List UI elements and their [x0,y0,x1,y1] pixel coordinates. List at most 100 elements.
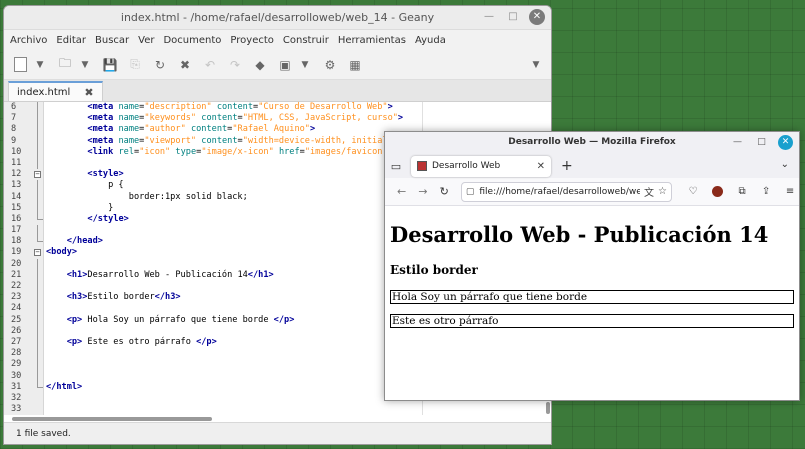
menu-documento[interactable]: Documento [163,35,221,46]
fold-marker [37,281,38,293]
code-line[interactable]: 33 [4,404,551,415]
list-all-tabs-icon[interactable]: ⌄ [781,159,789,170]
account-icon[interactable] [712,186,724,197]
document-tab[interactable]: index.html ✖ [8,81,103,101]
fold-marker [37,225,38,237]
code-token: "Rafael Aquino" [232,124,310,135]
fold-marker [37,180,38,192]
code-token: <p> [66,336,83,347]
redo-icon[interactable]: ↷ [225,55,245,75]
line-number: 24 [11,303,22,314]
code-token: p { [46,180,124,191]
line-text: <p> Este es otro párrafo </p> [46,337,217,348]
back-icon[interactable]: ← [391,185,412,198]
app-menu-icon[interactable]: ≡ [781,186,799,197]
code-token: </h3> [154,292,181,303]
status-bar: 1 file saved. [4,422,551,444]
geany-titlebar[interactable]: index.html - /home/rafael/desarrolloweb/… [4,6,551,30]
firefox-close-button[interactable]: ✕ [778,135,793,150]
menu-ver[interactable]: Ver [138,35,154,46]
url-bar[interactable]: ▢ file:///home/rafael/desarrolloweb/web … [460,181,673,202]
code-token: name [118,113,140,124]
fold-toggle-icon[interactable]: − [34,249,41,257]
new-tab-button[interactable]: + [561,158,573,174]
maximize-button[interactable]: □ [505,9,521,25]
line-text: <meta name="keywords" content="HTML, CSS… [46,113,403,124]
document-tab-label: index.html [17,86,71,98]
code-token: <link [87,146,114,157]
forward-icon[interactable]: → [412,185,433,198]
line-number: 16 [11,213,22,224]
line-number: 22 [11,281,22,291]
code-token: <h3> [66,292,88,303]
build-icon[interactable]: ▣ [275,55,295,75]
line-number: 29 [11,359,22,370]
bordered-paragraph: Este es otro párrafo [390,314,794,328]
menu-ayuda[interactable]: Ayuda [415,35,446,46]
execute-icon[interactable]: ⚙ [320,55,340,75]
new-file-icon[interactable] [10,55,30,75]
fold-toggle-icon[interactable]: − [34,171,41,179]
close-tab-icon[interactable]: ✖ [84,86,93,99]
fold-marker [37,202,38,214]
close-button[interactable]: ✕ [529,9,545,25]
reload-icon[interactable]: ↻ [150,55,170,75]
code-line[interactable]: 6 <meta name="description" content="Curs… [4,102,551,114]
fold-marker [37,157,38,170]
extensions-icon[interactable]: ⧉ [733,186,751,197]
line-number: 10 [11,146,22,157]
firefox-titlebar[interactable]: Desarrollo Web — Mozilla Firefox — □ ✕ [385,132,799,154]
editor-horizontal-scrollbar[interactable] [4,415,551,422]
line-number: 19 [11,247,22,258]
undo-icon[interactable]: ↶ [200,55,220,75]
fold-marker [37,336,38,349]
geany-window-title: index.html - /home/rafael/desarrolloweb/… [120,11,435,24]
reload-icon[interactable]: ↻ [434,185,455,198]
firefox-maximize-button[interactable]: □ [754,135,769,150]
minimize-button[interactable]: — [481,9,497,25]
translate-icon[interactable]: 文 [644,184,654,199]
new-file-dropdown-icon[interactable]: ▼ [35,55,45,75]
menu-archivo[interactable]: Archivo [10,35,47,46]
code-token: Este es otro párrafo [82,336,197,347]
compile-icon[interactable]: ◆ [250,55,270,75]
menu-proyecto[interactable]: Proyecto [230,35,273,46]
line-text: </html> [46,382,82,393]
code-token: <meta [87,113,114,124]
line-number: 14 [11,191,22,202]
code-token: "icon" [139,146,171,157]
line-number: 23 [11,292,22,303]
open-recent-dropdown-icon[interactable]: ▼ [80,55,90,75]
close-file-icon[interactable]: ✖ [175,55,195,75]
save-all-icon[interactable]: ⎘ [125,55,145,75]
firefox-view-icon[interactable]: ▭ [385,160,407,173]
code-line[interactable]: 7 <meta name="keywords" content="HTML, C… [4,113,551,125]
close-tab-icon[interactable]: ✕ [537,161,545,172]
url-text: file:///home/rafael/desarrolloweb/web [479,186,641,197]
pocket-icon[interactable]: ♡ [684,186,702,197]
fold-marker [37,124,38,136]
toolbar-overflow-icon[interactable]: ▼ [531,55,541,75]
menu-herramientas[interactable]: Herramientas [338,35,406,46]
build-dropdown-icon[interactable]: ▼ [300,55,310,75]
line-number: 30 [11,370,22,381]
page-info-icon[interactable]: ▢ [466,187,475,197]
code-token: Hola Soy un párrafo que tiene borde [82,314,274,325]
code-token: Desarrollo Web - Publicación 14 [87,269,248,280]
line-text: } [46,203,113,214]
menu-buscar[interactable]: Buscar [95,35,129,46]
share-icon[interactable]: ⇪ [757,186,775,197]
browser-tab[interactable]: Desarrollo Web ✕ [411,155,551,177]
menu-editar[interactable]: Editar [56,35,86,46]
firefox-navbar: ← → ↻ ▢ file:///home/rafael/desarrollowe… [385,178,799,206]
line-number: 27 [11,336,22,347]
bookmark-star-icon[interactable]: ☆ [658,186,667,197]
save-icon[interactable]: 💾 [100,55,120,75]
color-chooser-icon[interactable]: ▦ [345,55,365,75]
firefox-minimize-button[interactable]: — [730,135,745,150]
menu-construir[interactable]: Construir [283,35,329,46]
line-text: </head> [46,236,103,247]
open-file-icon[interactable]: 🗀 [55,55,75,75]
